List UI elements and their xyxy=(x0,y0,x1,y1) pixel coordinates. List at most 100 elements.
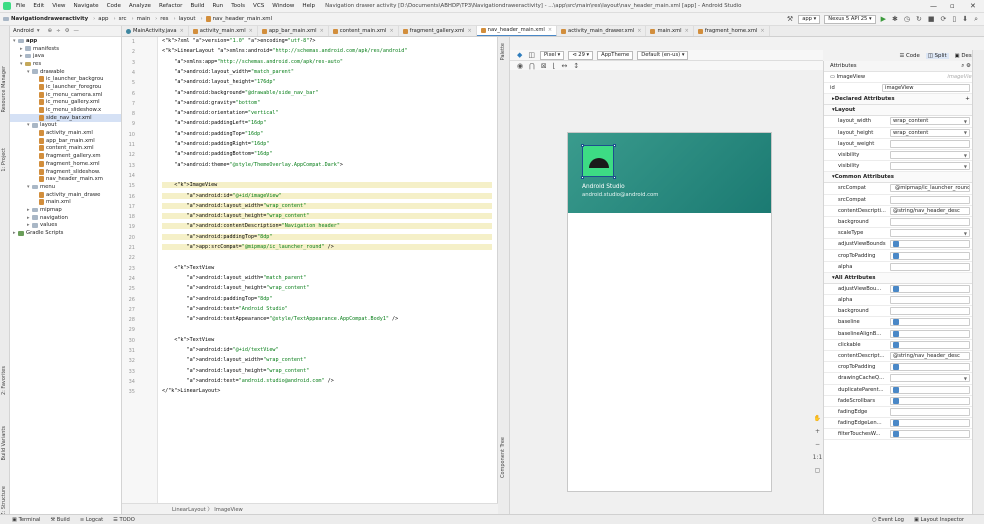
code-line[interactable]: "a">android:layout_height="wrap_content" xyxy=(162,213,492,220)
attribute-value-field[interactable] xyxy=(890,340,970,349)
code-line[interactable]: "a">android:layout_width="match_parent" xyxy=(162,275,307,281)
menu-edit[interactable]: Edit xyxy=(33,3,44,9)
device-select[interactable]: Nexus 5 API 25 ▾ xyxy=(824,14,876,24)
tree-item[interactable]: ▸ Gradle Scripts xyxy=(10,229,121,237)
apply-changes-icon[interactable]: ↻ xyxy=(916,15,922,23)
menu-refactor[interactable]: Refactor xyxy=(159,3,182,9)
tree-item[interactable]: ▸ values xyxy=(10,222,121,230)
attribute-value-field[interactable] xyxy=(890,251,970,260)
magnet-icon[interactable]: ⋂ xyxy=(529,62,535,70)
tree-item[interactable]: ▾ layout xyxy=(10,122,121,130)
tree-item[interactable]: main.xml xyxy=(10,198,121,206)
checkbox-icon[interactable] xyxy=(893,397,899,404)
checkbox-icon[interactable] xyxy=(893,252,899,259)
nav-header-preview[interactable]: Android Studio android.studio@android.co… xyxy=(568,133,771,213)
attribute-value-field[interactable] xyxy=(890,217,970,226)
menu-view[interactable]: View xyxy=(52,3,65,9)
maximize-icon[interactable]: ▫ xyxy=(950,2,955,10)
attribute-value-field[interactable] xyxy=(890,430,970,439)
tree-item[interactable]: ic_menu_slideshow.x xyxy=(10,106,121,114)
close-tab-icon[interactable]: × xyxy=(467,28,471,34)
code-line[interactable]: "a">android:theme="@style/ThemeOverlay.A… xyxy=(162,162,343,168)
tree-item[interactable]: ▾ res xyxy=(10,60,121,68)
id-field[interactable]: imageView xyxy=(882,84,970,93)
tree-item[interactable]: ▾ drawable xyxy=(10,68,121,76)
globe-icon[interactable]: ⊕ xyxy=(48,28,53,34)
zoom-fit-icon[interactable]: ▢ xyxy=(812,467,823,480)
tree-item[interactable]: ic_menu_camera.xml xyxy=(10,91,121,99)
code-line[interactable]: "a">android:paddingTop="8dp" xyxy=(162,296,273,302)
code-line[interactable]: <"k">?xml "a">version="1.0" "a">encoding… xyxy=(162,38,315,44)
tree-item[interactable]: ▸ manifests xyxy=(10,45,121,53)
menu-run[interactable]: Run xyxy=(212,3,223,9)
code-line[interactable]: "a">android:layout_width="match_parent" xyxy=(162,69,294,75)
close-tab-icon[interactable]: × xyxy=(320,28,324,34)
logcat-tab[interactable]: ≡ Logcat xyxy=(80,517,103,523)
code-line[interactable]: </"k">LinearLayout> xyxy=(162,388,220,394)
attribute-value-field[interactable]: @string/nav_header_desc xyxy=(890,352,970,361)
device-preview[interactable]: Android Studio android.studio@android.co… xyxy=(567,132,772,492)
menu-file[interactable]: File xyxy=(16,3,25,9)
attribute-section-header[interactable]: ▾ Layout xyxy=(824,105,984,117)
sync-icon[interactable]: ⟳ xyxy=(940,15,946,23)
checkbox-icon[interactable] xyxy=(893,431,899,438)
stop-icon[interactable]: ■ xyxy=(928,15,935,23)
theme-select[interactable]: AppTheme xyxy=(597,50,634,60)
zoom-out-icon[interactable]: − xyxy=(812,441,823,454)
selection-handle[interactable] xyxy=(613,144,616,147)
code-line[interactable]: "a">android:layout_height="wrap_content" xyxy=(162,285,310,291)
code-line[interactable]: "a">app:srcCompat="@mipmap/ic_launcher_r… xyxy=(162,244,492,250)
terminal-tab[interactable]: ▣ Terminal xyxy=(12,517,40,523)
editor-tab[interactable]: activity_main_drawer.xml × xyxy=(557,26,647,36)
editor-tab[interactable]: nav_header_main.xml × xyxy=(476,26,558,36)
code-line[interactable]: "a">android:id="@+id/textView" xyxy=(162,347,279,353)
search-icon[interactable]: ⌕ xyxy=(974,15,978,24)
api-select[interactable]: ⊲ 29 ▾ xyxy=(568,50,594,60)
expand-horizontal-icon[interactable]: ↔ xyxy=(561,62,567,70)
margin-icon[interactable]: ⌊ xyxy=(553,62,556,70)
code-line[interactable]: "a">android:paddingTop="8dp" xyxy=(162,233,492,240)
close-tab-icon[interactable]: × xyxy=(389,28,393,34)
breadcrumb-layout[interactable]: layout xyxy=(179,16,196,22)
checkbox-icon[interactable] xyxy=(893,330,899,337)
expand-vertical-icon[interactable]: ↕ xyxy=(573,62,579,70)
checkbox-icon[interactable] xyxy=(893,386,899,393)
attribute-value-field[interactable] xyxy=(890,307,970,316)
zoom-in-icon[interactable]: + xyxy=(812,428,823,441)
attribute-value-field[interactable] xyxy=(890,296,970,305)
code-line[interactable]: "a">android:gravity="bottom" xyxy=(162,100,260,106)
attribute-value-field[interactable] xyxy=(890,151,970,160)
editor-tab[interactable]: MainActivity.java × xyxy=(122,26,189,36)
run-icon[interactable]: ▶ xyxy=(881,15,886,23)
code-line[interactable]: "a">android:text="Android Studio" xyxy=(162,306,288,312)
code-line[interactable]: "a">android:paddingTop="16dp" xyxy=(162,131,263,137)
breadcrumb-project[interactable]: Navigationdraweractivity xyxy=(11,16,88,22)
code-line[interactable]: "a">android:orientation="vertical" xyxy=(162,110,278,116)
selection-handle[interactable] xyxy=(613,176,616,179)
code-line[interactable]: "a">android:paddingLeft="16dp" xyxy=(162,120,266,126)
menu-analyze[interactable]: Analyze xyxy=(129,3,151,9)
tree-item[interactable]: nav_header_main.xm xyxy=(10,175,121,183)
tab-build-variants[interactable]: Build Variants xyxy=(1,426,9,460)
close-tab-icon[interactable]: × xyxy=(180,28,184,34)
editor-tab[interactable]: content_main.xml × xyxy=(329,26,399,36)
code-line[interactable]: "a">android:text="android.studio@android… xyxy=(162,378,334,384)
attribute-value-field[interactable] xyxy=(890,195,970,204)
menu-code[interactable]: Code xyxy=(107,3,121,9)
close-tab-icon[interactable]: × xyxy=(249,28,253,34)
hammer-icon[interactable]: ⚒ xyxy=(787,15,793,23)
editor-tab[interactable]: main.xml × xyxy=(646,26,694,36)
attribute-value-field[interactable] xyxy=(890,162,970,171)
checkbox-icon[interactable] xyxy=(893,241,899,248)
checkbox-icon[interactable] xyxy=(893,364,899,371)
tree-item[interactable]: ▾ app xyxy=(10,37,121,45)
run-config-select[interactable]: app ▾ xyxy=(798,14,821,24)
attribute-value-field[interactable] xyxy=(890,284,970,293)
header-subtitle-text[interactable]: android.studio@android.com xyxy=(582,192,658,198)
menu-tools[interactable]: Tools xyxy=(231,3,245,9)
zoom-100-icon[interactable]: 1:1 xyxy=(812,454,823,467)
attribute-value-field[interactable] xyxy=(890,363,970,372)
code-line[interactable]: "a">android:paddingRight="16dp" xyxy=(162,141,269,147)
code-line[interactable]: <"k">TextView xyxy=(162,265,214,271)
tab-palette[interactable]: Palette xyxy=(500,43,508,60)
